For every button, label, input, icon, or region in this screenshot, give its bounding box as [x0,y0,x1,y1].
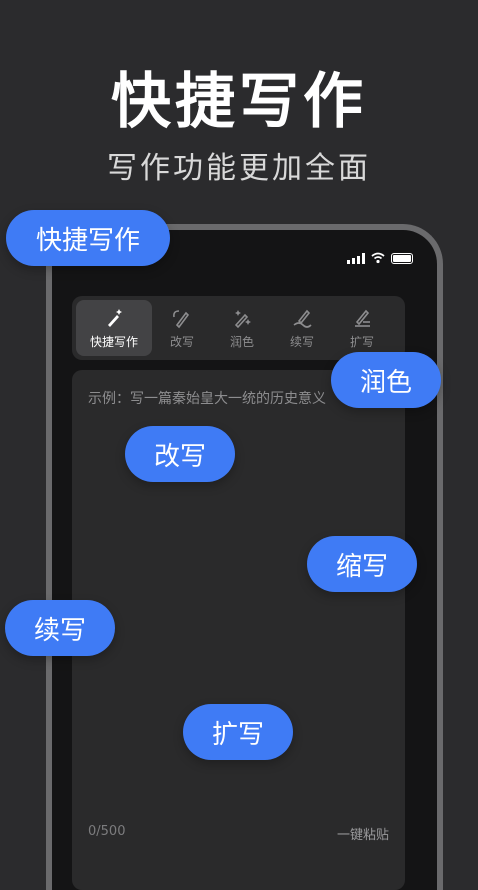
bubble-polish: 润色 [331,352,441,408]
wifi-icon [371,252,385,264]
tab-label: 润色 [229,334,254,349]
paste-button[interactable]: 一键粘贴 [337,824,389,843]
writing-mode-toolbar: 快捷写作 改写 润色 续写 扩写 [72,296,405,360]
status-bar [347,252,413,264]
bubble-expand: 扩写 [183,704,293,760]
hero-subtitle: 写作功能更加全面 [107,151,371,186]
tab-label: 改写 [169,334,194,349]
continue-pen-icon [293,309,312,328]
battery-icon [391,252,413,264]
expand-pen-icon [355,309,370,327]
tab-expand[interactable]: 扩写 [324,300,400,356]
bubble-shorten: 缩写 [307,536,417,592]
magic-pen-icon [108,308,122,327]
bubble-continue: 续写 [5,600,115,656]
sparkle-pen-icon [234,309,251,328]
bubble-quick-write: 快捷写作 [6,210,170,266]
char-counter: 0/500 [88,824,126,839]
tab-label: 扩写 [349,334,374,349]
bubble-rewrite: 改写 [125,426,235,482]
hero-title: 快捷写作 [111,67,367,137]
tab-label: 续写 [289,334,314,349]
editor-panel[interactable]: 示例：写一篇秦始皇大一统的历史意义 0/500 一键粘贴 [72,370,405,890]
rewrite-pen-icon [173,309,190,328]
tab-quick-write[interactable]: 快捷写作 [76,300,152,356]
signal-icon [347,252,365,264]
tab-label: 快捷写作 [89,334,138,349]
